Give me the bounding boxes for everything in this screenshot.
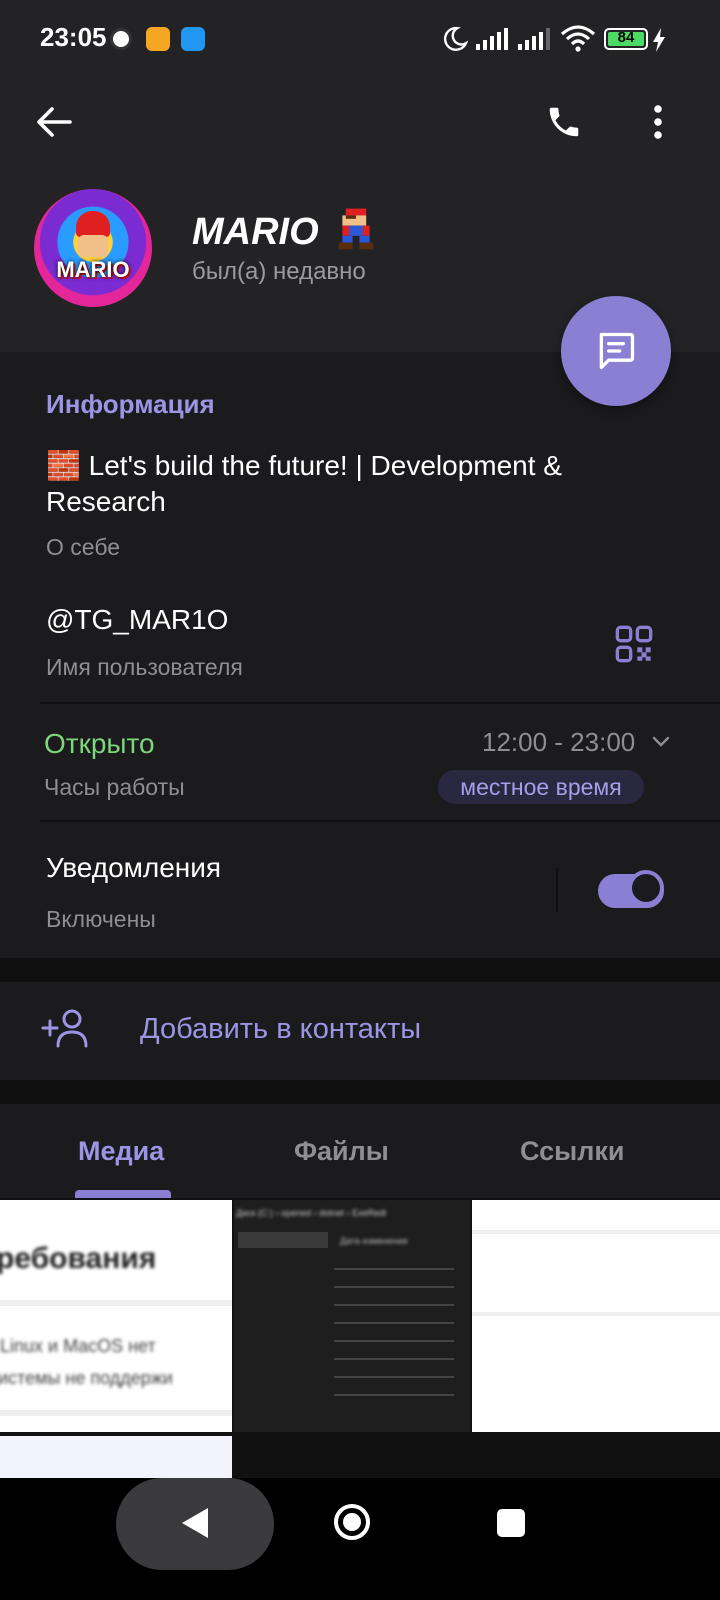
bio-label: О себе [46, 534, 121, 560]
thumb-column: Дата изменения [340, 1236, 408, 1246]
media-grid: ребования Linux и MacOS нет истемы не по… [0, 1198, 720, 1478]
media-thumb[interactable] [472, 1200, 720, 1432]
upload-app-icon [181, 27, 205, 51]
chevron-down-icon [652, 736, 670, 747]
thumb-heading: ребования [0, 1242, 157, 1275]
avatar-face [78, 235, 108, 257]
nav-home-icon[interactable] [332, 1502, 372, 1542]
signal-icon [476, 28, 508, 50]
media-thumb[interactable]: Диск (C:) › opened › dotnet › ExeRedl Да… [234, 1200, 470, 1432]
message-fab[interactable] [561, 296, 671, 406]
thumb-line: Linux и MacOS нет [0, 1336, 156, 1356]
phone-icon [549, 107, 579, 137]
thumb-line: истемы не поддержи [0, 1368, 173, 1388]
avatar-character [76, 211, 110, 237]
back-arrow-icon [37, 107, 72, 137]
avatar[interactable]: MARIO [34, 189, 152, 307]
section-gap [0, 958, 720, 982]
toggle-separator [556, 868, 558, 912]
signal-icon-2 [518, 28, 550, 50]
thumb-divider [0, 1300, 232, 1306]
clock-app-icon [110, 28, 132, 50]
avatar-logo-text: MARIO [56, 257, 130, 282]
hours-open-status: Открыто [44, 728, 155, 759]
media-thumb[interactable] [0, 1436, 232, 1478]
battery-level: 84 [617, 29, 635, 46]
status-bar: 23:05 84 [0, 0, 720, 80]
tab-media[interactable]: Медиа [78, 1136, 164, 1167]
tab-links[interactable]: Ссылки [520, 1136, 624, 1167]
charging-icon [653, 28, 665, 52]
bio-text[interactable]: 🧱 Let's build the future! | Development … [46, 448, 666, 520]
thumb-divider [0, 1410, 232, 1416]
last-seen-status: был(а) недавно [192, 258, 366, 285]
profile-name: MARIO [192, 208, 374, 254]
more-vertical-icon [654, 105, 662, 139]
qr-code-button[interactable] [606, 616, 662, 672]
call-button[interactable] [532, 90, 596, 154]
username-label: Имя пользователя [46, 654, 243, 680]
tab-active-indicator [75, 1190, 171, 1198]
section-gap [0, 1080, 720, 1104]
thumb-divider [472, 1230, 720, 1234]
status-time: 23:05 [40, 22, 107, 52]
notifications-title: Уведомления [46, 852, 222, 883]
more-options-button[interactable] [626, 90, 690, 154]
thumb-path: Диск (C:) › opened › dotnet › ExeRedl [236, 1208, 387, 1218]
hours-label: Часы работы [44, 774, 185, 800]
profile-name-text: MARIO [192, 211, 319, 253]
thumb-rows [334, 1258, 454, 1408]
username-value[interactable]: @TG_MAR1O [46, 604, 228, 636]
add-person-icon [41, 1009, 88, 1048]
tab-files[interactable]: Файлы [294, 1136, 389, 1167]
media-thumb[interactable]: ребования Linux и MacOS нет истемы не по… [0, 1200, 232, 1432]
toggle-knob [628, 870, 664, 906]
local-time-chip[interactable]: местное время [438, 770, 644, 804]
nav-back-icon[interactable] [180, 1506, 210, 1540]
thumb-divider [472, 1312, 720, 1316]
hours-value: 12:00 - 23:00 [482, 727, 636, 757]
nav-recents-icon[interactable] [496, 1508, 526, 1538]
add-contact-label[interactable]: Добавить в контакты [140, 1013, 421, 1046]
battery-icon: 84 [604, 28, 648, 50]
wifi-icon [560, 25, 596, 52]
notifications-status: Включены [46, 906, 156, 932]
chat-bubble-icon [599, 332, 635, 370]
thumb-sidebar [238, 1232, 328, 1248]
notes-app-icon [146, 27, 170, 51]
dnd-moon-icon [443, 26, 468, 51]
back-button[interactable] [22, 90, 86, 154]
mario-emoji-icon [339, 208, 374, 250]
info-section-title: Информация [46, 389, 215, 419]
qr-code-icon [615, 625, 653, 663]
